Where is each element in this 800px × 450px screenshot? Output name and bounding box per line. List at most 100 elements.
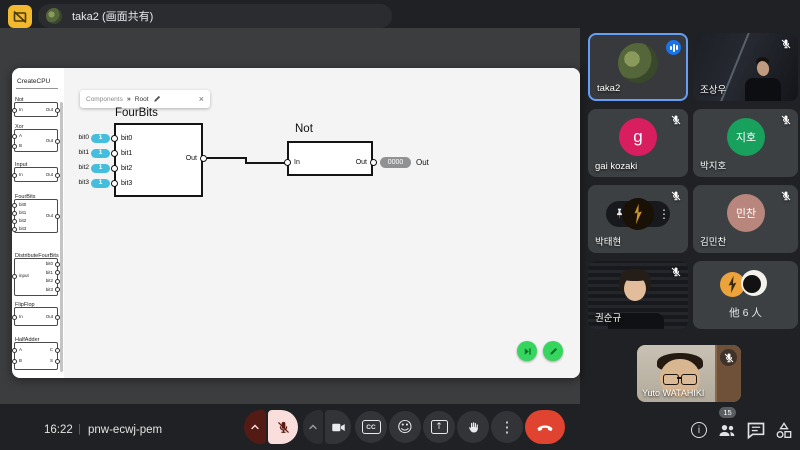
people-count-badge: 15 [719,407,736,418]
input-port[interactable] [12,211,17,216]
stop-presenting-button[interactable] [8,5,32,28]
call-end-icon [536,418,554,436]
port-label: Out [174,155,197,162]
avatar [741,270,767,296]
palette-item-xor[interactable]: A B Out [14,129,58,152]
present-button[interactable]: ↑ [423,411,455,443]
reactions-button[interactable]: ☺ [389,411,421,443]
participant-tile-kwonsungyu[interactable]: 권순규 [588,261,688,329]
vertical-dots-icon: ⋮ [500,418,515,436]
avatar-initial: g [633,127,642,147]
fourbits-port-out[interactable] [200,155,207,162]
port-label: input [19,274,29,279]
port-label: S [50,359,53,364]
input-port[interactable] [12,315,17,320]
circuit-canvas[interactable]: Components » Root × FourBits bit0 bit1 b… [64,68,580,378]
sidebar-scrollbar[interactable] [60,102,63,372]
input-port[interactable] [12,134,17,139]
captions-button[interactable]: CC [355,411,387,443]
participant-tile-parktaehyun[interactable]: ⋮ 박태현 [588,185,688,253]
port-label: bit1 [121,150,132,157]
input-port[interactable] [12,274,17,279]
project-name-input[interactable]: CreateCPU [17,78,50,85]
input-port[interactable] [12,203,17,208]
port-label: Out [345,159,367,166]
input-port[interactable] [12,144,17,149]
participant-tile-gai-kozaki[interactable]: g gai kozaki [588,109,688,177]
captions-icon: CC [362,420,381,434]
input-label: bit2 [68,164,89,171]
chevron-up-icon [249,421,261,433]
torso [745,78,781,101]
port-label: B [19,359,22,364]
palette-item-flipflop[interactable]: In Out [14,307,58,326]
hand-icon [466,420,481,435]
not-title: Not [295,124,313,136]
port-label: bit0 [19,203,26,208]
fourbits-port-bit0[interactable] [111,135,118,142]
input-port[interactable] [12,108,17,113]
input-port[interactable] [12,173,17,178]
end-call-button[interactable] [525,410,565,444]
palette-item-fourbits[interactable]: bit0 bit1 bit2 bit3 Out [14,199,58,233]
crescent-logo [743,275,761,293]
presenter-label: taka2 (画面共有) [72,8,153,24]
port-label: A [19,134,22,139]
port-label: Out [46,108,53,113]
info-button[interactable]: i [691,422,707,438]
breadcrumb: Components » Root × [80,90,210,108]
smiley-icon: ☺ [397,418,413,436]
palette-item-input[interactable]: In Out [14,167,58,182]
fourbits-port-bit1[interactable] [111,150,118,157]
people-button[interactable] [717,421,737,441]
not-port-in[interactable] [284,159,291,166]
overflow-participants-tile[interactable]: 他 6 人 [693,261,798,329]
activities-button[interactable] [774,421,794,441]
bit1-value-toggle[interactable]: 1 [91,149,110,158]
edit-pencil-icon[interactable] [153,95,161,103]
participant-tile-parkjiho[interactable]: 지호 박지호 [693,109,798,177]
breadcrumb-components[interactable]: Components [86,96,123,103]
participant-name: 권순규 [595,310,621,324]
palette-item-not[interactable]: In Out [14,102,58,117]
chat-button[interactable] [746,421,766,441]
raise-hand-button[interactable] [457,411,489,443]
fourbits-port-bit2[interactable] [111,165,118,172]
participant-tile-kimminchan[interactable]: 민찬 김민찬 [693,185,798,253]
bit2-value-toggle[interactable]: 1 [91,164,110,173]
edit-mode-button[interactable] [543,341,563,361]
glasses-right [681,374,697,385]
run-button[interactable] [517,341,537,361]
port-label: bit0 [121,135,132,142]
presenter-avatar [46,8,62,24]
input-label: bit3 [68,179,89,186]
mic-off-icon [276,420,291,435]
input-port[interactable] [12,219,17,224]
participant-name: gai kozaki [595,161,637,172]
participant-tile-josangwoo[interactable]: 조상우 [693,33,798,101]
input-port[interactable] [12,227,17,232]
participant-tile-taka2[interactable]: taka2 [588,33,688,101]
avatar-initial: 지호 [736,129,756,145]
bit3-value-toggle[interactable]: 1 [91,179,110,188]
self-view-tile[interactable]: Yuto WATAHIKI [637,345,741,402]
participant-name: 김민찬 [700,234,726,248]
port-label: A [19,348,22,353]
breadcrumb-close-icon[interactable]: × [199,95,204,104]
mic-off-badge [720,349,737,366]
participant-name: 조상우 [700,82,726,96]
fourbits-port-bit3[interactable] [111,180,118,187]
palette-item-halfadder[interactable]: A B C S [14,342,58,370]
more-options-button[interactable]: ⋮ [658,205,670,223]
glasses-bridge [677,377,681,379]
palette-item-distributefourbits[interactable]: input bit0 bit1 bit2 bit3 [14,258,58,296]
avatar: 민찬 [727,194,765,232]
more-options-button[interactable]: ⋮ [491,411,523,443]
wire-segment [207,157,246,159]
input-port[interactable] [12,359,17,364]
bit0-value-toggle[interactable]: 1 [91,134,110,143]
port-label: bit1 [19,211,26,216]
input-port[interactable] [12,348,17,353]
camera-icon [331,420,346,435]
not-port-out[interactable] [370,159,377,166]
